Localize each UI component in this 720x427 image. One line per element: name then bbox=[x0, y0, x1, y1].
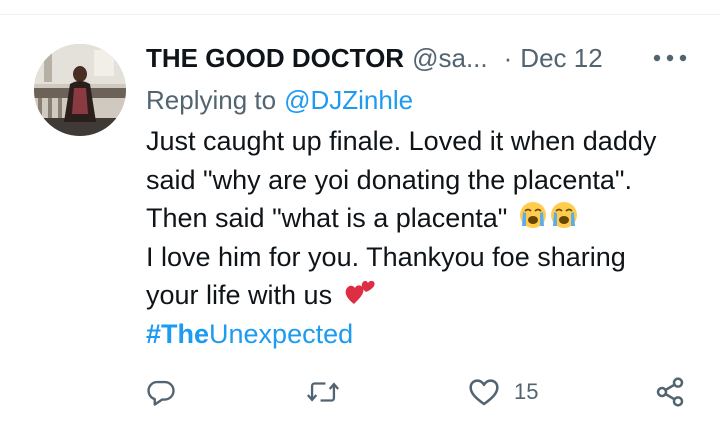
tweet-line-with-emoji: your life with us bbox=[146, 276, 706, 315]
two-hearts-emoji bbox=[344, 278, 376, 317]
reply-icon bbox=[147, 380, 175, 406]
share-button[interactable] bbox=[654, 370, 686, 414]
tweet-line: Then said "what is a placenta" bbox=[146, 203, 508, 233]
replying-to: Replying to @DJZinhle bbox=[146, 82, 413, 118]
replying-label: Replying to bbox=[146, 84, 277, 115]
separator-dot: · bbox=[503, 42, 513, 73]
tweet-line: Just caught up finale. Loved it when dad… bbox=[146, 126, 657, 156]
heart-icon bbox=[469, 379, 499, 406]
author-name[interactable]: THE GOOD DOCTOR bbox=[146, 43, 404, 74]
like-button[interactable]: 15 bbox=[468, 370, 538, 414]
tweet-line: said "why are yoi donating the placenta"… bbox=[146, 164, 632, 195]
avatar[interactable] bbox=[34, 44, 126, 136]
tweet-actions: 15 bbox=[146, 370, 706, 414]
more-options-button[interactable] bbox=[650, 46, 690, 70]
author-handle[interactable]: @sa... bbox=[412, 43, 488, 74]
avatar-photo bbox=[34, 44, 126, 136]
top-divider bbox=[0, 0, 720, 15]
hashtag-rest: Unexpected bbox=[209, 318, 354, 349]
like-count: 15 bbox=[514, 379, 539, 404]
loudly-crying-face-emoji bbox=[519, 200, 579, 241]
tweet-header: THE GOOD DOCTOR @sa... · Dec 12 bbox=[146, 38, 603, 78]
tweet-line: your life with us bbox=[146, 280, 333, 310]
hashtag-prefix: #The bbox=[146, 318, 210, 349]
more-horizontal-icon bbox=[653, 54, 687, 62]
tweet-line: I love him for you. Thankyou foe sharing bbox=[146, 241, 626, 272]
retweet-button[interactable] bbox=[306, 370, 340, 414]
replying-mention-link[interactable]: @DJZinhle bbox=[284, 85, 413, 116]
tweet-line-with-emoji: Then said "what is a placenta" bbox=[146, 199, 706, 238]
reply-button[interactable] bbox=[146, 370, 176, 414]
hashtag-link[interactable]: #TheUnexpected bbox=[146, 315, 706, 354]
retweet-icon bbox=[306, 382, 340, 402]
tweet-text: Just caught up finale. Loved it when dad… bbox=[146, 122, 706, 353]
tweet-date[interactable]: Dec 12 bbox=[520, 43, 602, 74]
share-icon bbox=[656, 377, 684, 407]
